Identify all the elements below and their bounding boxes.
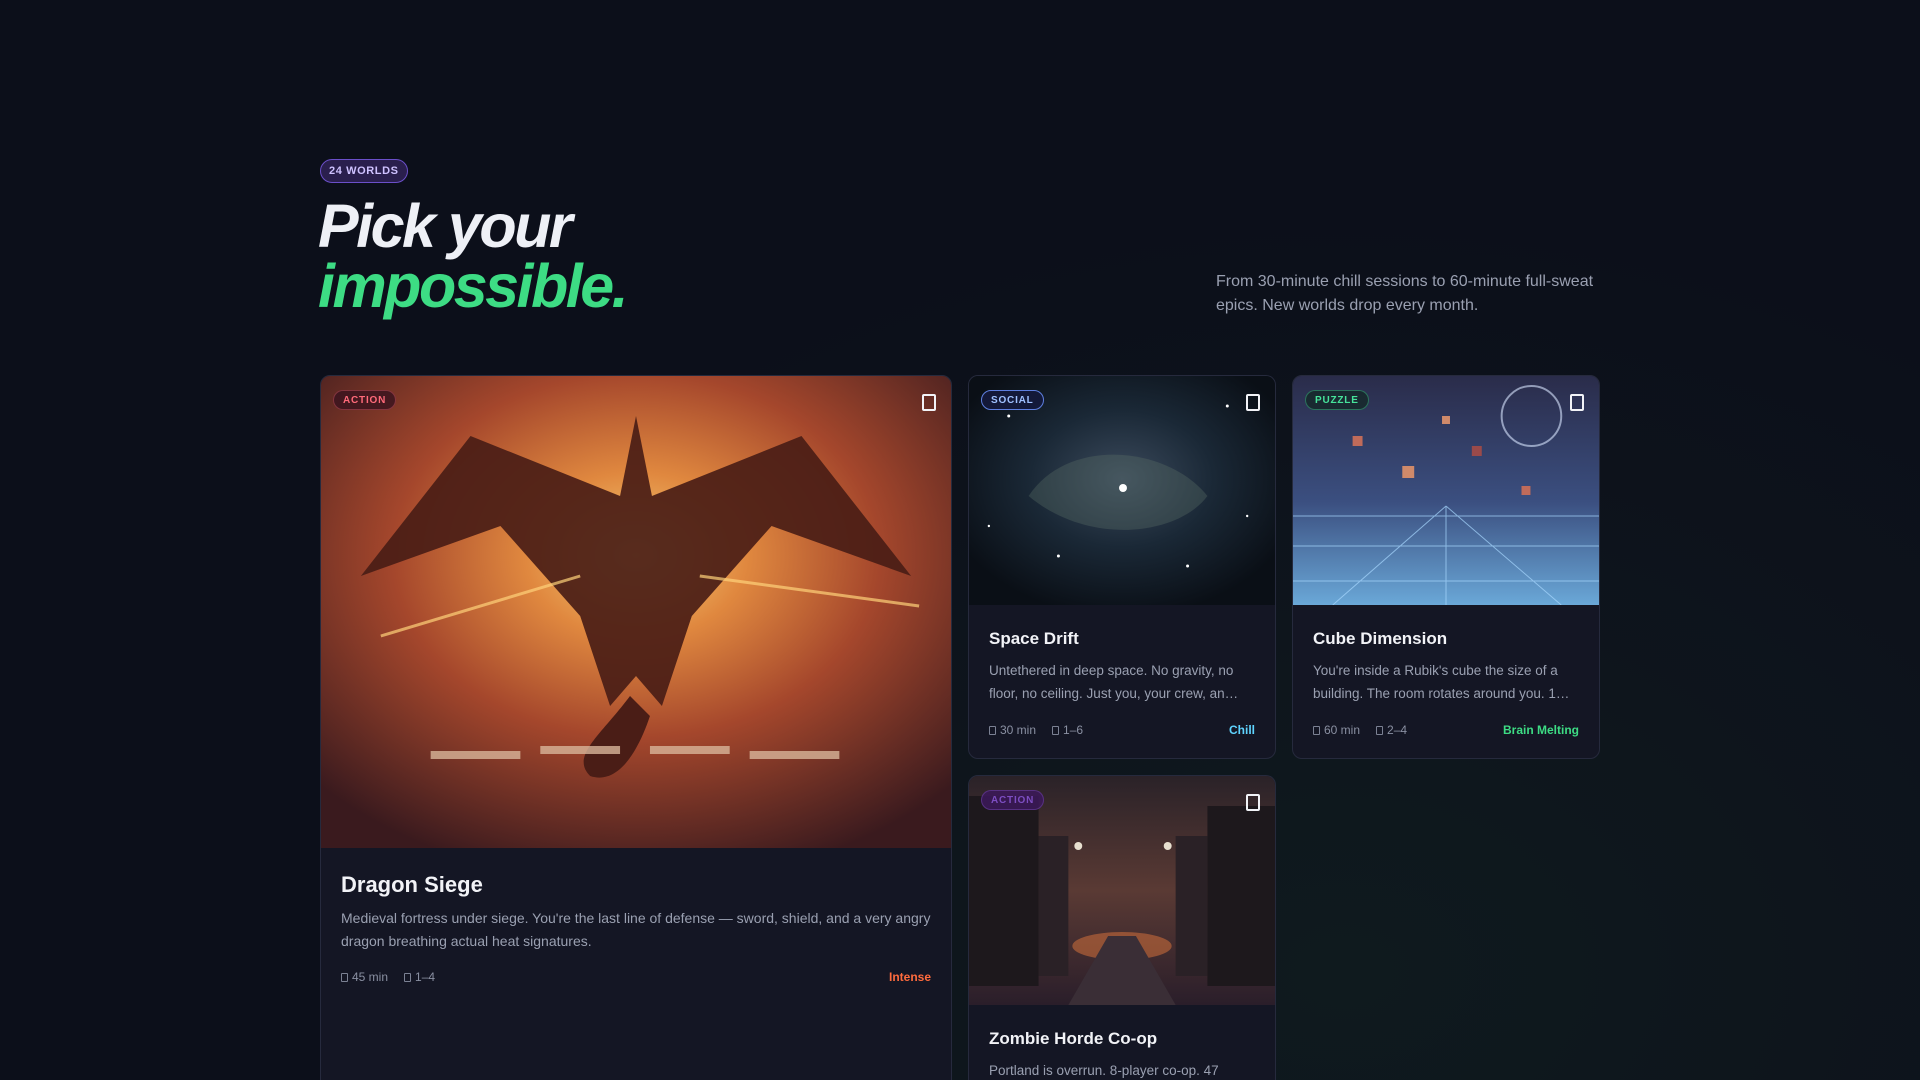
headline-line-2: impossible. <box>318 252 629 320</box>
headline-line-1: Pick your <box>318 192 573 260</box>
card-title: Dragon Siege <box>341 872 483 897</box>
players-icon <box>1376 725 1384 735</box>
cube-dimension-image <box>1293 376 1599 605</box>
duration-label: 45 min <box>352 970 389 984</box>
duration: 45 min <box>341 970 388 984</box>
zombie-horde-image <box>969 776 1275 1005</box>
intensity-tag: Brain Melting <box>1502 723 1579 737</box>
intensity-tag: Chill <box>1229 723 1255 737</box>
category-badge: ACTION <box>981 790 1045 810</box>
space-drift-image <box>969 376 1275 605</box>
category-badge: PUZZLE <box>1305 390 1369 410</box>
players-label: 1–4 <box>415 970 436 984</box>
players-label: 2–4 <box>1387 723 1408 737</box>
players: 1–6 <box>1052 723 1083 737</box>
duration-label: 30 min <box>1000 723 1037 737</box>
intensity-tag: Intense <box>888 970 931 984</box>
clock-icon <box>989 725 996 735</box>
bookmark-icon[interactable] <box>1246 794 1260 811</box>
clock-icon <box>341 972 348 982</box>
card-title: Cube Dimension <box>1313 629 1448 648</box>
category-badge: ACTION <box>333 390 397 410</box>
duration-label: 60 min <box>1324 723 1361 737</box>
duration: 60 min <box>1313 723 1360 737</box>
card-meta: 60 min 2–4 Brain Melting <box>1313 723 1579 737</box>
players: 1–4 <box>404 970 435 984</box>
card-meta: 45 min 1–4 Intense <box>341 970 931 984</box>
card-meta: 30 min 1–6 Chill <box>989 723 1255 737</box>
card-description: You're inside a Rubik's cube the size of… <box>1313 663 1570 701</box>
duration: 30 min <box>989 723 1036 737</box>
card-description: Medieval fortress under siege. You're th… <box>341 910 931 949</box>
card-description: Untethered in deep space. No gravity, no… <box>989 663 1239 701</box>
card-title: Space Drift <box>989 629 1079 648</box>
card-title: Zombie Horde Co-op <box>989 1029 1158 1048</box>
page-subcopy: From 30-minute chill sessions to 60-minu… <box>1216 273 1594 314</box>
players: 2–4 <box>1376 723 1407 737</box>
players-icon <box>1052 725 1060 735</box>
world-card-zombie-horde[interactable]: ACTION Zombie Horde Co-op Portland is ov… <box>968 775 1276 1080</box>
bookmark-icon[interactable] <box>1570 394 1584 411</box>
bookmark-icon[interactable] <box>1246 394 1260 411</box>
worlds-count-badge: 24 WORLDS <box>320 159 408 183</box>
world-card-space-drift[interactable]: SOCIAL Space Drift Untethered in deep sp… <box>968 375 1276 759</box>
bookmark-icon[interactable] <box>922 394 936 411</box>
dragon-siege-image <box>321 376 951 848</box>
world-card-dragon-siege[interactable]: ACTION Dragon Siege Medieval fortress un… <box>320 375 952 1080</box>
page-headline: Pick your impossible. <box>318 192 629 320</box>
category-badge: SOCIAL <box>981 390 1044 410</box>
players-icon <box>404 972 412 982</box>
clock-icon <box>1313 725 1320 735</box>
page: 24 WORLDS Pick your impossible. From 30-… <box>0 0 1920 1080</box>
players-label: 1–6 <box>1063 723 1084 737</box>
card-description: Portland is overrun. 8-player co-op. 47 <box>989 1063 1219 1078</box>
world-card-cube-dimension[interactable]: PUZZLE Cube Dimension You're inside a Ru… <box>1292 375 1600 759</box>
